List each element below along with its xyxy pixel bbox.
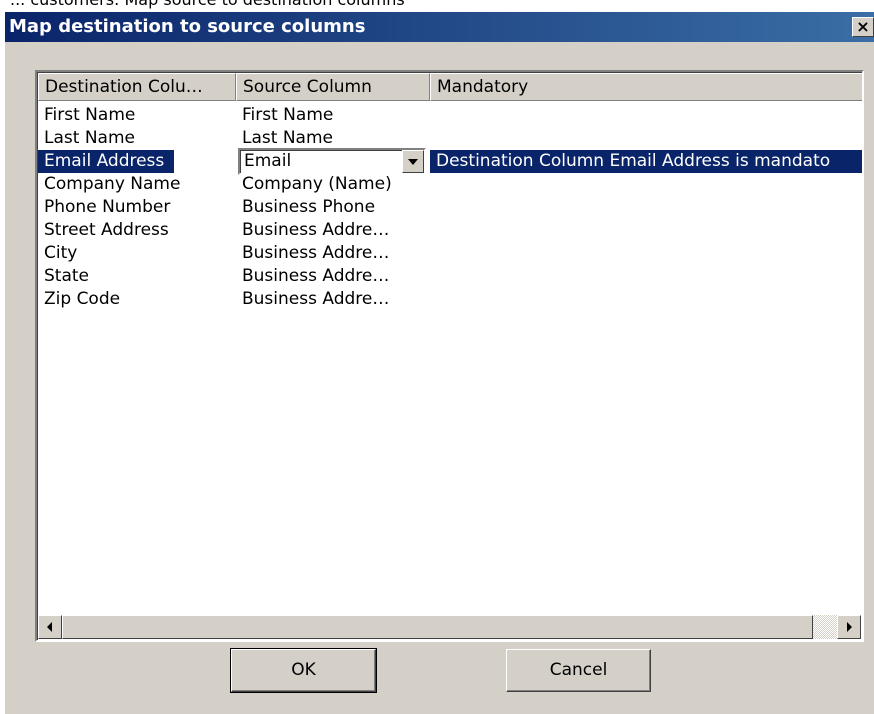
- column-header-source[interactable]: Source Column: [236, 73, 430, 101]
- source-cell: Business Addre…: [242, 220, 390, 240]
- source-column-combobox[interactable]: Email: [238, 148, 426, 175]
- destination-cell: City: [44, 243, 78, 263]
- scroll-left-button[interactable]: [38, 615, 62, 639]
- source-cell: Business Phone: [242, 197, 376, 217]
- caption-text: ... customers: Map source to destination…: [10, 0, 405, 9]
- destination-cell: Street Address: [44, 220, 169, 240]
- combobox-value: Email: [244, 151, 292, 171]
- table-row[interactable]: State Business Addre…: [38, 265, 862, 288]
- table-row[interactable]: Last Name Last Name: [38, 127, 862, 150]
- table-row[interactable]: Company Name Company (Name): [38, 173, 862, 196]
- mandatory-cell: [430, 196, 862, 219]
- ok-button[interactable]: OK: [230, 648, 377, 693]
- destination-cell: Zip Code: [44, 289, 121, 309]
- arrow-right-icon: [847, 622, 852, 632]
- cancel-button[interactable]: Cancel: [506, 649, 651, 692]
- dialog-titlebar: Map destination to source columns ×: [5, 12, 874, 42]
- table-row[interactable]: Street Address Business Addre…: [38, 219, 862, 242]
- chevron-down-icon: [408, 159, 418, 165]
- source-cell: Company (Name): [242, 174, 392, 194]
- mandatory-cell: [430, 173, 862, 196]
- column-mapping-list[interactable]: Destination Colu… Source Column Mandator…: [35, 70, 864, 642]
- column-header-destination[interactable]: Destination Colu…: [38, 73, 236, 101]
- list-header: Destination Colu… Source Column Mandator…: [38, 73, 862, 101]
- source-cell: First Name: [242, 105, 334, 125]
- scrollbar-track[interactable]: [813, 615, 837, 639]
- destination-cell: Phone Number: [44, 197, 171, 217]
- table-row[interactable]: Phone Number Business Phone: [38, 196, 862, 219]
- source-cell: Business Addre…: [242, 266, 390, 286]
- combobox-dropdown-button[interactable]: [402, 150, 424, 173]
- close-icon: ×: [856, 17, 870, 36]
- horizontal-scrollbar[interactable]: [38, 615, 861, 639]
- destination-cell: Company Name: [44, 174, 181, 194]
- scroll-right-button[interactable]: [837, 615, 861, 639]
- mandatory-cell: [430, 219, 862, 242]
- destination-cell: First Name: [44, 105, 136, 125]
- dialog-title: Map destination to source columns: [9, 16, 366, 37]
- map-columns-dialog: Map destination to source columns × Dest…: [5, 12, 874, 714]
- table-row[interactable]: First Name First Name: [38, 104, 862, 127]
- destination-cell: State: [44, 266, 89, 286]
- column-header-mandatory[interactable]: Mandatory: [430, 73, 862, 101]
- mandatory-cell: [430, 288, 862, 311]
- table-row[interactable]: Zip Code Business Addre…: [38, 288, 862, 311]
- table-row[interactable]: City Business Addre…: [38, 242, 862, 265]
- destination-cell: Last Name: [44, 128, 135, 148]
- scrollbar-thumb[interactable]: [62, 615, 813, 639]
- source-cell: Business Addre…: [242, 289, 390, 309]
- destination-cell: Email Address: [44, 151, 165, 171]
- mandatory-cell: [430, 242, 862, 265]
- source-cell: Last Name: [242, 128, 333, 148]
- window-caption-fragment: ... customers: Map source to destination…: [0, 0, 874, 12]
- mandatory-cell: [430, 265, 862, 288]
- mandatory-cell: [430, 104, 862, 127]
- mandatory-cell: [430, 127, 862, 150]
- mandatory-cell: Destination Column Email Address is mand…: [436, 151, 831, 171]
- table-row-selected[interactable]: Email Address Email Destination Column E…: [38, 148, 862, 175]
- source-cell: Business Addre…: [242, 243, 390, 263]
- close-button[interactable]: ×: [852, 17, 874, 37]
- list-rows: First Name First Name Last Name Last Nam…: [38, 104, 862, 311]
- arrow-left-icon: [47, 622, 52, 632]
